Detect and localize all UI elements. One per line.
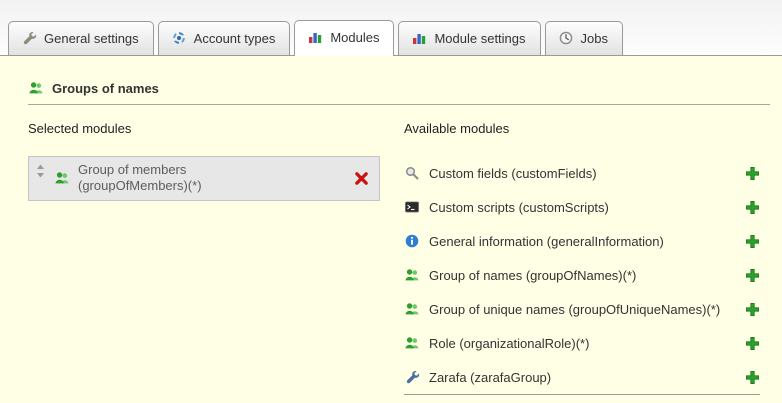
- tab-module-settings[interactable]: Module settings: [398, 21, 540, 55]
- add-module-button[interactable]: [745, 234, 760, 249]
- wrench-icon: [21, 30, 37, 46]
- available-module-row: Group of unique names (groupOfUniqueName…: [404, 292, 768, 326]
- group-icon: [28, 80, 44, 96]
- group-icon: [404, 267, 420, 283]
- wrench-icon: [404, 369, 420, 385]
- tab-modules[interactable]: Modules: [294, 20, 394, 56]
- script-icon: [404, 199, 420, 215]
- group-icon: [404, 335, 420, 351]
- selected-modules-heading: Selected modules: [28, 121, 404, 136]
- add-module-button[interactable]: [745, 268, 760, 283]
- available-module-row: Custom fields (customFields): [404, 156, 768, 190]
- tab-account-types[interactable]: Account types: [158, 21, 291, 55]
- add-module-button[interactable]: [745, 166, 760, 181]
- tab-label: Modules: [330, 30, 379, 45]
- available-module-label: Custom fields (customFields): [429, 166, 597, 181]
- selected-module-item[interactable]: Group of members (groupOfMembers)(*): [28, 156, 380, 201]
- available-module-label: Role (organizationalRole)(*): [429, 336, 589, 351]
- tab-label: Module settings: [434, 31, 525, 46]
- tab-label: Account types: [194, 31, 276, 46]
- bar-chart-icon: [411, 30, 427, 46]
- drag-handle-icon[interactable]: [35, 164, 46, 178]
- available-module-row: General information (generalInformation): [404, 224, 768, 258]
- tab-label: Jobs: [581, 31, 608, 46]
- page-title: Groups of names: [52, 81, 159, 96]
- tab-general-settings[interactable]: General settings: [8, 21, 154, 55]
- selected-modules-column: Selected modules Group of members (group…: [28, 121, 404, 395]
- search-icon: [404, 165, 420, 181]
- list-divider: [404, 394, 760, 395]
- section-header: Groups of names: [28, 80, 770, 105]
- available-modules-column: Available modules Custom fields (customF…: [404, 121, 770, 395]
- remove-module-button[interactable]: [354, 171, 369, 186]
- info-icon: [404, 233, 420, 249]
- group-icon: [54, 170, 70, 186]
- add-module-button[interactable]: [745, 200, 760, 215]
- tab-jobs[interactable]: Jobs: [545, 21, 623, 55]
- add-module-button[interactable]: [745, 370, 760, 385]
- available-module-label: Zarafa (zarafaGroup): [429, 370, 551, 385]
- bar-chart-icon: [307, 29, 323, 45]
- modules-panel: Groups of names Selected modules Group o…: [0, 56, 782, 403]
- gear-icon: [171, 30, 187, 46]
- available-module-label: Group of unique names (groupOfUniqueName…: [429, 302, 720, 317]
- available-module-row: Role (organizationalRole)(*): [404, 326, 768, 360]
- clock-icon: [558, 30, 574, 46]
- selected-module-label: Group of members (groupOfMembers)(*): [78, 162, 228, 195]
- available-modules-heading: Available modules: [404, 121, 768, 136]
- available-module-label: Group of names (groupOfNames)(*): [429, 268, 636, 283]
- group-icon: [404, 301, 420, 317]
- available-module-label: General information (generalInformation): [429, 234, 664, 249]
- add-module-button[interactable]: [745, 336, 760, 351]
- available-module-row: Zarafa (zarafaGroup): [404, 360, 768, 394]
- available-modules-list: Custom fields (customFields) Custom scri…: [404, 156, 768, 395]
- available-module-row: Custom scripts (customScripts): [404, 190, 768, 224]
- tab-label: General settings: [44, 31, 139, 46]
- available-module-row: Group of names (groupOfNames)(*): [404, 258, 768, 292]
- add-module-button[interactable]: [745, 302, 760, 317]
- available-module-label: Custom scripts (customScripts): [429, 200, 609, 215]
- tab-bar: General settings Account types Modules M…: [0, 0, 782, 56]
